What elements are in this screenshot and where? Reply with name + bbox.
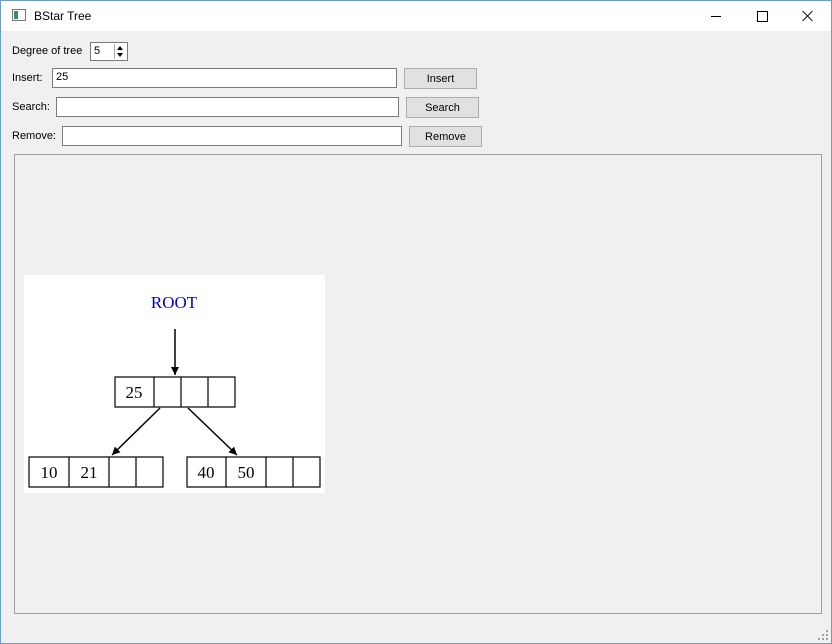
degree-value: 5 — [94, 45, 101, 57]
window-title: BStar Tree — [34, 9, 92, 23]
search-button[interactable]: Search — [406, 97, 479, 118]
remove-button[interactable]: Remove — [409, 126, 482, 147]
app-window-icon — [12, 9, 26, 21]
degree-label: Degree of tree — [12, 45, 83, 57]
insert-input[interactable]: 25 — [52, 68, 397, 88]
right-child-key-2: 50 — [238, 463, 255, 482]
remove-label: Remove: — [12, 130, 57, 142]
minimize-button[interactable] — [693, 1, 739, 31]
spin-down-icon[interactable] — [117, 53, 123, 57]
root-node: 25 — [114, 376, 236, 408]
tree-svg: ROOT 25 10 21 40 50 — [28, 293, 321, 488]
left-child-node: 10 21 — [28, 456, 164, 488]
remove-input[interactable] — [62, 126, 402, 146]
insert-button[interactable]: Insert — [404, 68, 477, 89]
right-child-node: 40 50 — [186, 456, 321, 488]
close-button[interactable] — [785, 1, 831, 31]
maximize-icon — [756, 10, 768, 22]
degree-spinbox[interactable]: 5 — [90, 42, 128, 61]
edge-left-child — [111, 407, 161, 456]
main-window: BStar Tree Degree of tree 5 Insert: 25 I… — [0, 0, 832, 644]
insert-label: Insert: — [12, 72, 43, 84]
root-key-1: 25 — [126, 383, 143, 402]
close-icon — [802, 10, 814, 22]
edge-right-child — [187, 407, 238, 456]
resize-grip-icon[interactable] — [818, 630, 828, 640]
left-child-key-1: 10 — [41, 463, 58, 482]
right-child-key-1: 40 — [198, 463, 215, 482]
title-bar[interactable]: BStar Tree — [1, 1, 831, 31]
spin-up-icon[interactable] — [117, 46, 123, 50]
search-input[interactable] — [56, 97, 399, 117]
left-child-key-2: 21 — [81, 463, 98, 482]
search-label: Search: — [12, 101, 50, 113]
minimize-icon — [711, 15, 721, 17]
root-label: ROOT — [151, 293, 198, 312]
tree-diagram: ROOT 25 10 21 40 50 — [24, 275, 325, 493]
maximize-button[interactable] — [739, 1, 785, 31]
degree-spin-arrows[interactable] — [114, 44, 126, 59]
